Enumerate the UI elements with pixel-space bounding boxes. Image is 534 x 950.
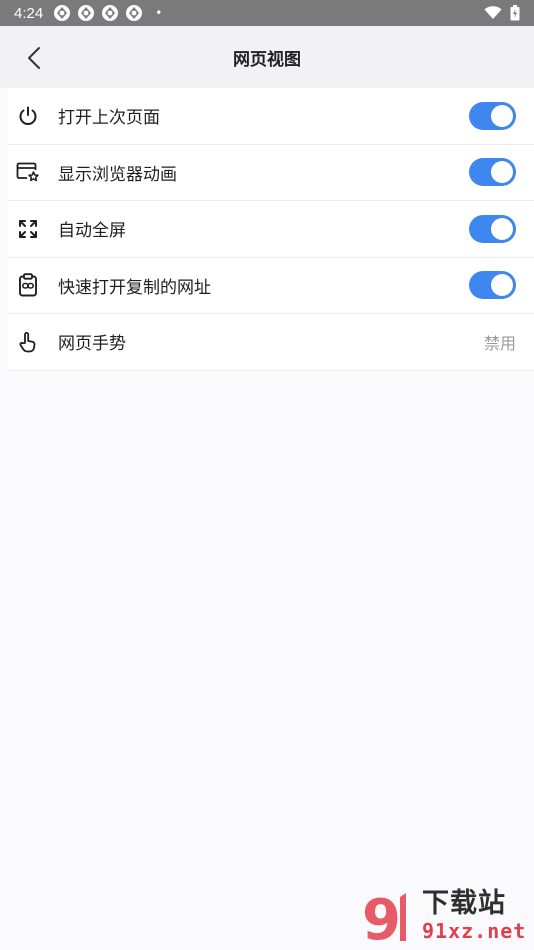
status-time: 4:24 (14, 4, 44, 22)
setting-open-last-page[interactable]: 打开上次页面 (8, 88, 534, 145)
app-notification-icon (126, 5, 143, 21)
setting-label: 网页手势 (58, 334, 126, 355)
setting-quick-open-copied-url[interactable]: 快速打开复制的网址 (8, 258, 534, 314)
fullscreen-icon (19, 219, 37, 238)
back-button[interactable] (16, 40, 52, 76)
setting-label: 自动全屏 (58, 221, 126, 242)
browser-animation-toggle[interactable] (469, 158, 516, 187)
watermark: 9 下载站 91xz.net (360, 884, 532, 948)
setting-browser-animation[interactable]: 显示浏览器动画 (8, 145, 534, 201)
web-gesture-value: 禁用 (483, 333, 516, 353)
notification-icons: • (53, 4, 162, 22)
settings-list: 打开上次页面 显示浏览器动画 自动全屏 快速打开复制的网址 网页手势 禁用 (8, 88, 534, 371)
power-icon (19, 106, 37, 125)
setting-web-gesture[interactable]: 网页手势 禁用 (8, 314, 534, 371)
page-title: 网页视图 (233, 49, 301, 69)
app-notification-icon (78, 5, 95, 21)
status-bar: 4:24 • (0, 0, 534, 26)
browser-star-icon (16, 162, 39, 182)
wifi-icon (484, 6, 502, 19)
setting-label: 打开上次页面 (58, 108, 160, 129)
chevron-left-icon (28, 47, 40, 69)
quick-open-copied-url-toggle[interactable] (469, 271, 516, 300)
app-notification-icon (54, 5, 71, 21)
open-last-page-toggle[interactable] (469, 101, 516, 130)
setting-label: 快速打开复制的网址 (58, 277, 211, 298)
battery-icon (510, 5, 520, 21)
svg-text:9: 9 (362, 888, 401, 947)
watermark-url: 91xz.net (422, 919, 527, 943)
watermark-brand: 下载站 (422, 888, 506, 919)
setting-auto-fullscreen[interactable]: 自动全屏 (8, 201, 534, 258)
more-notifications-dot: • (155, 6, 163, 20)
watermark-logo-icon: 9 (362, 888, 406, 947)
setting-label: 显示浏览器动画 (58, 164, 177, 185)
app-notification-icon (102, 5, 119, 21)
auto-fullscreen-toggle[interactable] (469, 214, 516, 243)
hand-gesture-icon (19, 331, 36, 353)
clipboard-link-icon (19, 273, 37, 297)
header: 网页视图 (0, 26, 534, 88)
